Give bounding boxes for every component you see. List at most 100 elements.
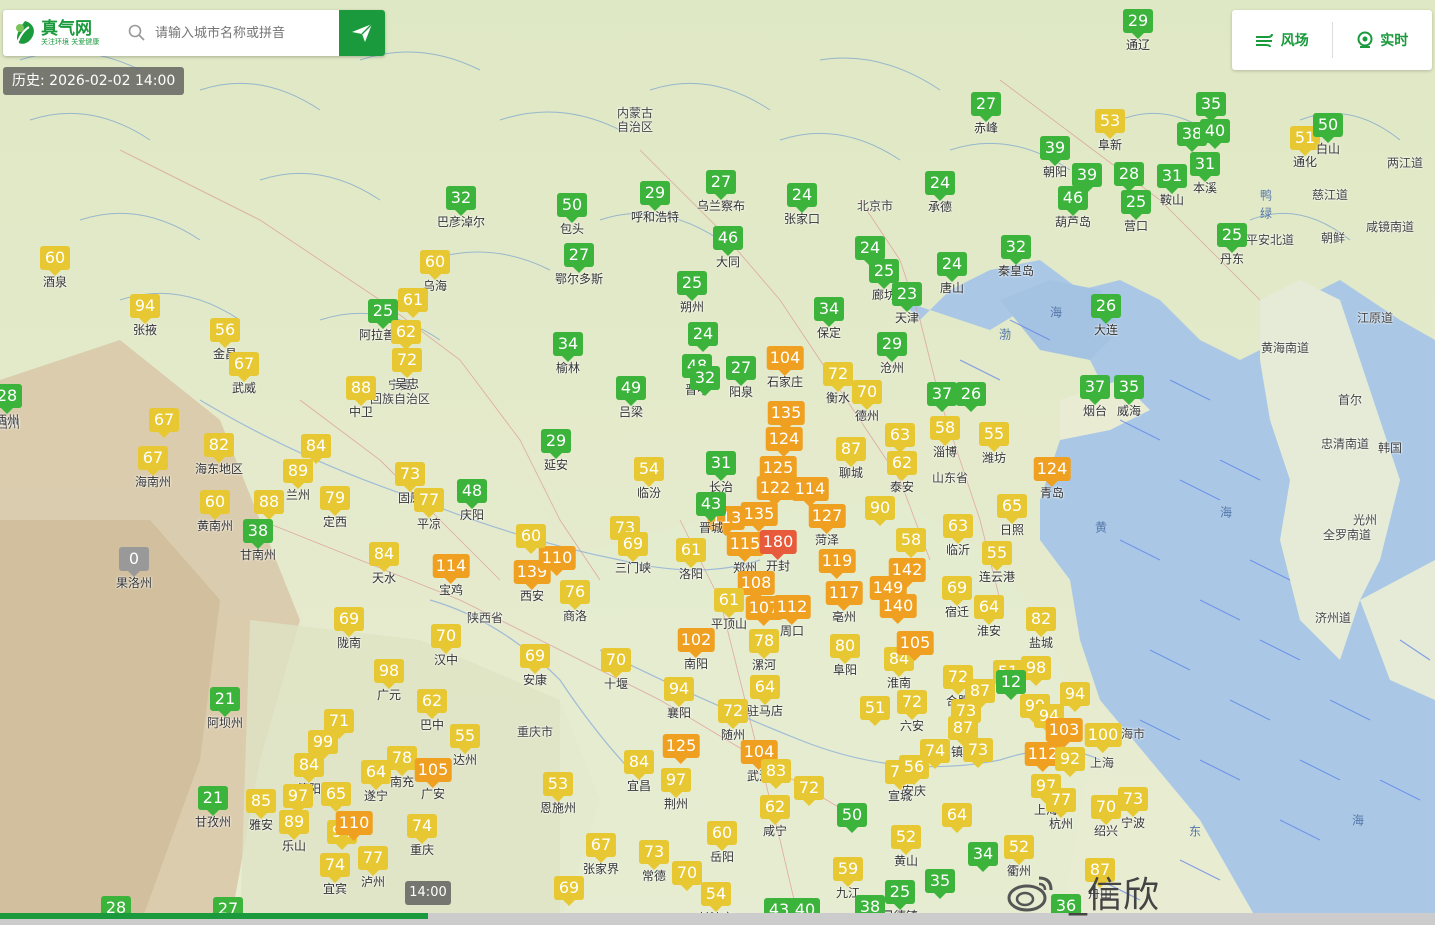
aqi-station-marker[interactable]: 72	[794, 776, 824, 806]
aqi-station-marker[interactable]: 84 天水	[369, 542, 399, 585]
aqi-station-marker[interactable]: 63 临沂	[943, 514, 973, 557]
aqi-station-marker[interactable]: 99	[308, 730, 338, 760]
aqi-station-marker[interactable]: 70 绍兴	[1091, 795, 1121, 838]
aqi-station-marker[interactable]: 115 郑州	[726, 532, 764, 575]
aqi-station-marker[interactable]: 28 西州	[0, 384, 22, 427]
aqi-station-marker[interactable]: 69 宿迁	[942, 576, 972, 619]
aqi-station-marker[interactable]: 31 鞍山	[1157, 164, 1187, 207]
aqi-station-marker[interactable]: 125	[662, 734, 700, 764]
aqi-station-marker[interactable]: 43 晋城	[696, 492, 726, 535]
aqi-station-marker[interactable]: 64	[942, 803, 972, 833]
aqi-station-marker[interactable]: 84	[301, 434, 331, 464]
aqi-station-marker[interactable]: 34	[968, 842, 998, 872]
aqi-station-marker[interactable]: 110	[538, 546, 576, 576]
aqi-station-marker[interactable]: 50 白山	[1313, 113, 1343, 156]
aqi-station-marker[interactable]: 60 岳阳	[707, 821, 737, 864]
aqi-station-marker[interactable]: 127 菏泽	[808, 504, 846, 547]
aqi-station-marker[interactable]: 67	[149, 408, 179, 438]
aqi-station-marker[interactable]: 112 周口	[773, 595, 811, 638]
aqi-station-marker[interactable]: 32 巴彦淖尔	[437, 186, 485, 229]
aqi-station-marker[interactable]: 100	[1084, 723, 1122, 753]
aqi-station-marker[interactable]: 69 陇南	[334, 607, 364, 650]
aqi-station-marker[interactable]: 48 庆阳	[457, 479, 487, 522]
aqi-station-marker[interactable]: 110	[335, 811, 373, 841]
aqi-station-marker[interactable]: 40	[1200, 119, 1230, 149]
aqi-station-marker[interactable]: 24	[855, 236, 885, 266]
aqi-station-marker[interactable]: 61 平顶山	[711, 588, 747, 631]
aqi-station-marker[interactable]: 180 开封	[759, 530, 797, 573]
aqi-station-marker[interactable]: 24 承德	[925, 171, 955, 214]
aqi-station-marker[interactable]: 74 宜宾	[320, 853, 350, 896]
aqi-station-marker[interactable]: 94 张掖	[130, 294, 160, 337]
aqi-station-marker[interactable]: 73 常德	[639, 840, 669, 883]
aqi-station-marker[interactable]: 53 阜新	[1095, 109, 1125, 152]
aqi-station-marker[interactable]: 90	[865, 496, 895, 526]
aqi-station-marker[interactable]: 114	[791, 477, 829, 507]
aqi-station-marker[interactable]: 78 南充	[387, 746, 417, 789]
aqi-station-marker[interactable]: 72 随州	[718, 699, 748, 742]
aqi-station-marker[interactable]: 52 黄山	[891, 825, 921, 868]
map-canvas[interactable]: 内蒙古 自治区 北京市 山东省 韩国 济州道 忠清南道 全罗南道 光州 江原道 黄海南道 首尔 两江道…	[0, 0, 1435, 925]
aqi-station-marker[interactable]: 65 日照	[997, 494, 1027, 537]
aqi-station-marker[interactable]: 72 吴忠	[392, 348, 422, 391]
aqi-station-marker[interactable]: 62 咸宁	[760, 795, 790, 838]
aqi-station-marker[interactable]: 72 六安	[897, 690, 927, 733]
aqi-station-marker[interactable]: 64 淮安	[974, 595, 1004, 638]
logo[interactable]: 真气网 关注环境 关爱健康	[3, 19, 121, 47]
aqi-station-marker[interactable]: 78 漯河	[749, 629, 779, 672]
aqi-station-marker[interactable]: 37	[927, 382, 957, 412]
aqi-station-marker[interactable]: 80 阜阳	[830, 634, 860, 677]
aqi-station-marker[interactable]: 65	[321, 782, 351, 812]
aqi-station-marker[interactable]: 46 大同	[713, 226, 743, 269]
aqi-station-marker[interactable]: 60 黄南州	[197, 490, 233, 533]
aqi-station-marker[interactable]: 103	[1045, 718, 1083, 748]
aqi-station-marker[interactable]: 28	[1114, 162, 1144, 192]
aqi-station-marker[interactable]: 35	[1196, 92, 1226, 122]
aqi-station-marker[interactable]: 51	[860, 696, 890, 726]
aqi-station-marker[interactable]: 76 商洛	[560, 580, 590, 623]
aqi-station-marker[interactable]: 35	[925, 869, 955, 899]
aqi-station-marker[interactable]: 39 朝阳	[1040, 136, 1070, 179]
aqi-station-marker[interactable]: 105 广安	[414, 758, 452, 801]
aqi-station-marker[interactable]: 46 葫芦岛	[1055, 186, 1091, 229]
aqi-station-marker[interactable]: 32	[690, 366, 720, 396]
aqi-station-marker[interactable]: 64 驻马店	[747, 675, 783, 718]
aqi-station-marker[interactable]: 82 海东地区	[195, 433, 243, 476]
aqi-station-marker[interactable]: 56 安庆	[899, 755, 929, 798]
aqi-station-marker[interactable]: 58 淄博	[930, 416, 960, 459]
aqi-station-marker[interactable]: 105	[896, 631, 934, 661]
aqi-station-marker[interactable]: 119	[818, 549, 856, 579]
aqi-station-marker[interactable]: 62 巴中	[417, 689, 447, 732]
aqi-station-marker[interactable]: 67 武威	[229, 352, 259, 395]
aqi-station-marker[interactable]: 23 天津	[892, 282, 922, 325]
aqi-station-marker[interactable]: 87 聊城	[836, 437, 866, 480]
aqi-station-marker[interactable]: 60 乌海	[420, 250, 450, 293]
aqi-station-marker[interactable]: 84 宜昌	[624, 750, 654, 793]
aqi-station-marker[interactable]: 77 泸州	[358, 846, 388, 889]
aqi-station-marker[interactable]: 63	[885, 423, 915, 453]
aqi-station-marker[interactable]: 12	[996, 670, 1026, 700]
aqi-station-marker[interactable]: 85 雅安	[246, 789, 276, 832]
aqi-station-marker[interactable]: 55 潍坊	[979, 422, 1009, 465]
aqi-station-marker[interactable]: 29 呼和浩特	[631, 181, 679, 224]
aqi-station-marker[interactable]: 35 威海	[1114, 375, 1144, 418]
aqi-station-marker[interactable]: 25 朔州	[677, 271, 707, 314]
aqi-station-marker[interactable]: 34 榆林	[553, 332, 583, 375]
aqi-station-marker[interactable]: 27 乌兰察布	[697, 170, 745, 213]
aqi-station-marker[interactable]: 26 大连	[1091, 294, 1121, 337]
aqi-station-marker[interactable]: 62	[391, 320, 421, 350]
aqi-station-marker[interactable]: 67 海南州	[135, 446, 171, 489]
aqi-station-marker[interactable]: 31 长治	[706, 451, 736, 494]
aqi-station-marker[interactable]: 77 杭州	[1046, 788, 1076, 831]
aqi-station-marker[interactable]: 89 兰州	[283, 459, 313, 502]
aqi-station-marker[interactable]: 55 连云港	[979, 541, 1015, 584]
aqi-station-marker[interactable]: 77 平凉	[414, 488, 444, 531]
aqi-station-marker[interactable]: 122	[756, 476, 794, 506]
aqi-station-marker[interactable]: 67 张家界	[583, 833, 619, 876]
aqi-station-marker[interactable]: 24 唐山	[937, 252, 967, 295]
aqi-station-marker[interactable]: 21 阿坝州	[207, 687, 243, 730]
aqi-station-marker[interactable]: 69	[554, 876, 584, 906]
aqi-station-marker[interactable]: 124 青岛	[1033, 457, 1071, 500]
aqi-station-marker[interactable]: 31 本溪	[1190, 152, 1220, 195]
aqi-station-marker[interactable]: 61 洛阳	[676, 538, 706, 581]
